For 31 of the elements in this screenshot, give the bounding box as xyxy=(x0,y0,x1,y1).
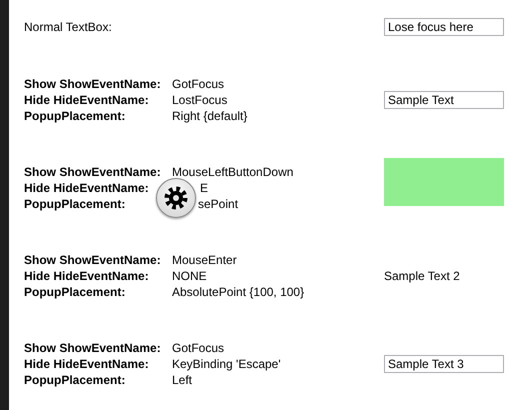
text-field[interactable]: Sample Text 3 xyxy=(384,355,504,373)
property-value: KeyBinding 'Escape' xyxy=(172,356,282,372)
property-value: NONE xyxy=(172,268,208,284)
property-label: PopupPlacement: xyxy=(24,196,126,212)
property-label: Show ShowEventName: xyxy=(24,340,162,356)
property-value: MouseLeftButtonDown xyxy=(172,164,294,180)
field-label: Normal TextBox: xyxy=(24,19,113,35)
settings-button[interactable] xyxy=(156,178,196,218)
property-label: Hide HideEventName: xyxy=(24,92,150,108)
property-value: AbsolutePoint {100, 100} xyxy=(172,284,306,300)
property-label: PopupPlacement: xyxy=(24,108,126,124)
text-field[interactable]: Sample Text xyxy=(384,91,504,109)
property-value: Right {default} xyxy=(172,108,248,124)
property-value: MouseEnter xyxy=(172,252,238,268)
property-value: LostFocus xyxy=(172,92,228,108)
settings-icon xyxy=(164,186,188,210)
text-field[interactable]: Lose focus here xyxy=(384,18,504,36)
property-label: PopupPlacement: xyxy=(24,372,126,388)
property-label: Show ShowEventName: xyxy=(24,76,162,92)
property-value: sePoint xyxy=(198,196,240,212)
property-label: Hide HideEventName: xyxy=(24,356,150,372)
property-value: GotFocus xyxy=(172,76,226,92)
sample-text[interactable]: Sample Text 2 xyxy=(384,268,504,284)
property-label: Hide HideEventName: xyxy=(24,180,150,196)
property-label: Show ShowEventName: xyxy=(24,252,162,268)
property-label: Hide HideEventName: xyxy=(24,268,150,284)
property-value: Left xyxy=(172,372,194,388)
property-value: E xyxy=(200,180,210,196)
property-value: GotFocus xyxy=(172,340,226,356)
property-label: PopupPlacement: xyxy=(24,284,126,300)
property-label: Show ShowEventName: xyxy=(24,164,162,180)
